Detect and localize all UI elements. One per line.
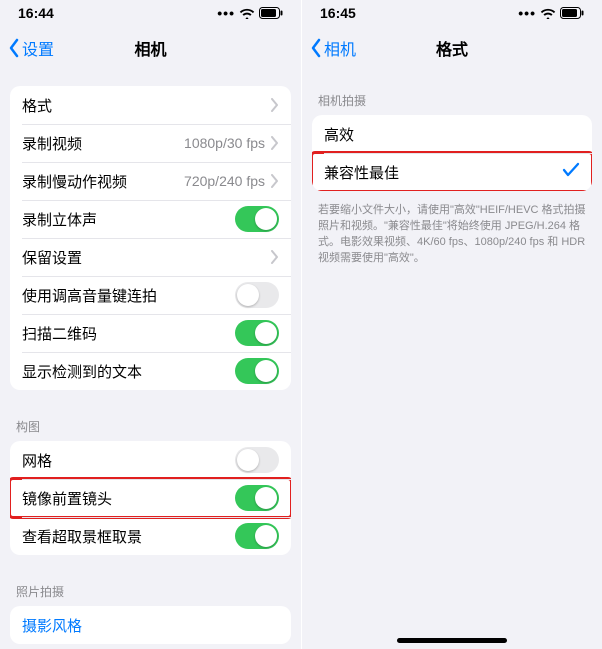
settings-group-photo-capture: 摄影风格 [10,606,291,644]
nav-bar: 设置 相机 [0,26,301,70]
wifi-icon [540,7,556,19]
row-label: 显示检测到的文本 [22,361,235,382]
chevron-right-icon [271,250,279,264]
chevron-right-icon [271,98,279,112]
wifi-icon [239,7,255,19]
section-header-photo-capture: 照片拍摄 [0,577,301,606]
row-format[interactable]: 格式 [10,86,291,124]
row-scan-qr: 扫描二维码 [10,314,291,352]
battery-icon [259,7,283,19]
row-view-outside-frame: 查看超取景框取景 [10,517,291,555]
status-time: 16:44 [18,5,54,21]
row-label: 兼容性最佳 [324,162,562,183]
row-record-video[interactable]: 录制视频 1080p/30 fps [10,124,291,162]
chevron-left-icon [8,38,20,58]
content-scroll[interactable]: 格式 录制视频 1080p/30 fps 录制慢动作视频 720p/240 fp… [0,70,301,649]
ellipsis-icon: ••• [217,5,235,21]
settings-group-main: 格式 录制视频 1080p/30 fps 录制慢动作视频 720p/240 fp… [10,86,291,390]
toggle-stereo-sound[interactable] [235,206,279,232]
nav-back-label: 设置 [22,36,54,60]
status-right-icons: ••• [518,5,584,21]
battery-icon [560,7,584,19]
row-show-detected-text: 显示检测到的文本 [10,352,291,390]
row-detail: 1080p/30 fps [184,135,265,151]
row-label: 录制立体声 [22,209,235,230]
row-label: 录制慢动作视频 [22,171,184,192]
toggle-grid[interactable] [235,447,279,473]
status-bar: 16:45 ••• [302,0,602,26]
chevron-right-icon [271,174,279,188]
status-right-icons: ••• [217,5,283,21]
row-label: 镜像前置镜头 [22,488,235,509]
row-label: 保留设置 [22,247,271,268]
toggle-view-outside-frame[interactable] [235,523,279,549]
status-time: 16:45 [320,5,356,21]
nav-back-label: 相机 [324,36,356,60]
row-label: 摄影风格 [22,615,279,636]
toggle-mirror-front-camera[interactable] [235,485,279,511]
row-preserve-settings[interactable]: 保留设置 [10,238,291,276]
row-record-slomo[interactable]: 录制慢动作视频 720p/240 fps [10,162,291,200]
toggle-volume-burst[interactable] [235,282,279,308]
row-photographic-styles[interactable]: 摄影风格 [10,606,291,644]
phone-camera-settings: 16:44 ••• 设置 相机 格式 录制视频 1080p/30 fps [0,0,301,649]
row-label: 查看超取景框取景 [22,526,235,547]
section-header-composition: 构图 [0,412,301,441]
section-header-camera-capture: 相机拍摄 [302,86,602,115]
toggle-scan-qr[interactable] [235,320,279,346]
checkmark-icon [562,162,580,182]
row-label: 录制视频 [22,133,184,154]
status-bar: 16:44 ••• [0,0,301,26]
chevron-right-icon [271,136,279,150]
row-label: 格式 [22,95,271,116]
row-label: 使用调高音量键连拍 [22,285,235,306]
chevron-left-icon [310,38,322,58]
row-label: 扫描二维码 [22,323,235,344]
row-mirror-front-camera: 镜像前置镜头 [10,479,291,517]
row-volume-burst: 使用调高音量键连拍 [10,276,291,314]
nav-back-button[interactable]: 相机 [310,36,356,60]
nav-bar: 相机 格式 [302,26,602,70]
settings-group-format: 高效 兼容性最佳 [312,115,592,191]
phone-format-settings: 16:45 ••• 相机 格式 相机拍摄 高效 兼容性最佳 若要缩小文件大小，请… [301,0,602,649]
section-footer-format: 若要缩小文件大小，请使用"高效"HEIF/HEVC 格式拍摄照片和视频。"兼容性… [302,197,602,271]
toggle-show-detected-text[interactable] [235,358,279,384]
row-stereo-sound: 录制立体声 [10,200,291,238]
row-high-efficiency[interactable]: 高效 [312,115,592,153]
row-grid: 网格 [10,441,291,479]
row-label: 高效 [324,124,580,145]
content-scroll[interactable]: 相机拍摄 高效 兼容性最佳 若要缩小文件大小，请使用"高效"HEIF/HEVC … [302,70,602,649]
nav-back-button[interactable]: 设置 [8,36,54,60]
settings-group-composition: 网格 镜像前置镜头 查看超取景框取景 [10,441,291,555]
row-detail: 720p/240 fps [184,173,265,189]
row-most-compatible[interactable]: 兼容性最佳 [312,153,592,191]
ellipsis-icon: ••• [518,5,536,21]
row-label: 网格 [22,450,235,471]
home-indicator[interactable] [397,638,507,643]
